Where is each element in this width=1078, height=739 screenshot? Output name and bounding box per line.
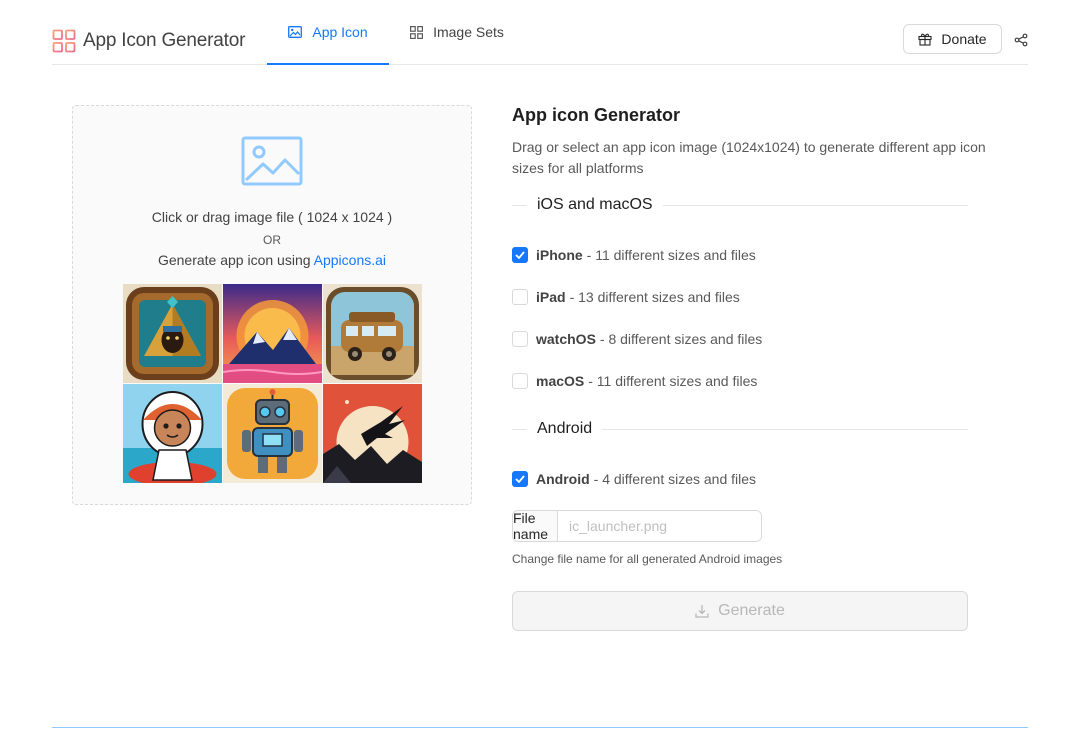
- dropzone-instructions: Click or drag image file ( 1024 x 1024 ): [151, 209, 393, 225]
- generate-label: Generate: [718, 602, 785, 619]
- eagle-moon-icon[interactable]: [323, 384, 422, 483]
- option-iphone[interactable]: iPhone - 11 different sizes and files: [512, 245, 756, 265]
- ipad-checkbox[interactable]: [512, 289, 528, 305]
- tab-app-icon-label: App Icon: [312, 24, 368, 40]
- top-nav: App Icon Generator App Icon Image Sets D…: [52, 0, 1028, 65]
- section-android: Android: [512, 418, 968, 440]
- section-android-title: Android: [537, 420, 593, 437]
- android-name: Android: [536, 471, 590, 487]
- macos-checkbox[interactable]: [512, 373, 528, 389]
- dropzone-generate-prefix: Generate app icon using: [157, 252, 314, 268]
- check-icon: [515, 251, 525, 259]
- donate-label: Donate: [941, 31, 987, 47]
- generate-button[interactable]: Generate: [512, 591, 968, 631]
- option-macos[interactable]: macOS - 11 different sizes and files: [512, 371, 757, 391]
- option-android[interactable]: Android - 4 different sizes and files: [512, 469, 756, 489]
- grid-icon: [410, 25, 424, 39]
- macos-name: macOS: [536, 373, 585, 389]
- file-name-help: Change file name for all generated Andro…: [512, 552, 783, 566]
- picture-icon: [288, 26, 303, 38]
- share-icon[interactable]: [1014, 33, 1028, 47]
- watchos-detail: - 8 different sizes and files: [599, 331, 763, 347]
- section-ios-macos: iOS and macOS: [512, 194, 968, 216]
- iphone-detail: - 11 different sizes and files: [586, 247, 756, 263]
- dropzone-generate-text: Generate app icon using Appicons.ai: [73, 252, 471, 268]
- gift-icon: [918, 33, 932, 46]
- iphone-checkbox[interactable]: [512, 247, 528, 263]
- option-ipad[interactable]: iPad - 13 different sizes and files: [512, 287, 740, 307]
- dropzone-or: OR: [263, 233, 281, 247]
- option-watchos[interactable]: watchOS - 8 different sizes and files: [512, 329, 762, 349]
- sample-icons-grid: [123, 284, 422, 483]
- watchos-name: watchOS: [536, 331, 596, 347]
- android-checkbox[interactable]: [512, 471, 528, 487]
- watchos-checkbox[interactable]: [512, 331, 528, 347]
- girl-character-icon[interactable]: [123, 384, 222, 483]
- appicons-ai-link[interactable]: Appicons.ai: [314, 252, 386, 268]
- image-upload-icon: [241, 136, 303, 186]
- robot-icon[interactable]: [223, 384, 322, 483]
- file-name-group: File name: [512, 510, 762, 542]
- tab-image-sets-label: Image Sets: [433, 24, 504, 40]
- iphone-name: iPhone: [536, 247, 583, 263]
- pharaoh-icon[interactable]: [123, 284, 222, 383]
- image-dropzone[interactable]: Click or drag image file ( 1024 x 1024 )…: [72, 105, 472, 505]
- android-detail: - 4 different sizes and files: [593, 471, 757, 487]
- camper-van-icon[interactable]: [323, 284, 422, 383]
- file-name-input[interactable]: [558, 511, 761, 541]
- tab-image-sets[interactable]: Image Sets: [397, 0, 517, 64]
- app-logo-icon: [52, 29, 76, 53]
- mountain-sunset-icon[interactable]: [223, 284, 322, 383]
- file-name-addon: File name: [513, 511, 558, 541]
- ipad-name: iPad: [536, 289, 566, 305]
- donate-button[interactable]: Donate: [903, 24, 1002, 54]
- macos-detail: - 11 different sizes and files: [588, 373, 758, 389]
- section-ios-macos-title: iOS and macOS: [537, 196, 653, 213]
- footer-divider: [52, 727, 1028, 728]
- download-icon: [695, 605, 709, 618]
- brand-title: App Icon Generator: [83, 30, 246, 51]
- check-icon: [515, 475, 525, 483]
- ipad-detail: - 13 different sizes and files: [569, 289, 740, 305]
- tab-app-icon[interactable]: App Icon: [267, 0, 389, 65]
- panel-description: Drag or select an app icon image (1024x1…: [512, 139, 986, 176]
- panel-title: App icon Generator: [512, 105, 681, 125]
- brand[interactable]: App Icon Generator: [52, 29, 245, 53]
